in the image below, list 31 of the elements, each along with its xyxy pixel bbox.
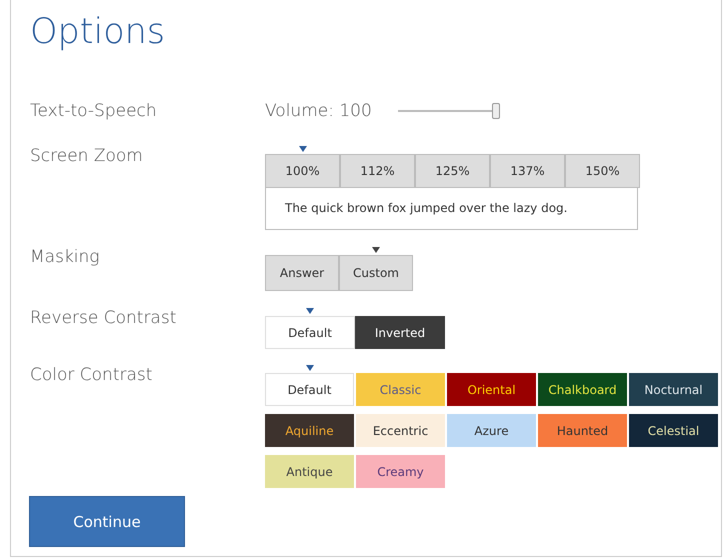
color-scheme-option[interactable]: Chalkboard <box>538 373 627 406</box>
setting-label: Screen Zoom <box>30 146 144 166</box>
contrast-option[interactable]: Default <box>265 316 355 349</box>
color-scheme-option[interactable]: Celestial <box>629 414 718 447</box>
setting-label: Text-to-Speech <box>30 101 158 121</box>
zoom-option[interactable]: 137% <box>490 154 565 188</box>
masking-option[interactable]: Custom <box>339 255 413 291</box>
zoom-option[interactable]: 150% <box>565 154 640 188</box>
zoom-option[interactable]: 100% <box>265 154 340 188</box>
masking-option[interactable]: Answer <box>265 255 339 291</box>
color-scheme-option[interactable]: Default <box>265 373 354 406</box>
setting-label: Reverse Contrast <box>30 308 178 328</box>
color-scheme-option[interactable]: Oriental <box>447 373 536 406</box>
color-scheme-option[interactable]: Aquiline <box>265 414 354 447</box>
color-scheme-option[interactable]: Azure <box>447 414 536 447</box>
setting-label: Color Contrast <box>30 365 154 385</box>
color-scheme-option[interactable]: Haunted <box>538 414 627 447</box>
slider-thumb[interactable] <box>492 103 500 119</box>
sample-text: The quick brown fox jumped over the lazy dog. <box>265 188 638 230</box>
continue-button[interactable]: Continue <box>29 496 185 547</box>
zoom-option[interactable]: 112% <box>340 154 415 188</box>
setting-label: Masking <box>30 247 100 267</box>
contrast-option[interactable]: Inverted <box>355 316 445 349</box>
zoom-option[interactable]: 125% <box>415 154 490 188</box>
color-scheme-option[interactable]: Creamy <box>356 455 445 488</box>
color-scheme-option[interactable]: Classic <box>356 373 445 406</box>
volume-reading: Volume: 100 <box>265 101 372 121</box>
page-title: Options <box>30 12 166 52</box>
color-scheme-option[interactable]: Nocturnal <box>629 373 718 406</box>
color-scheme-option[interactable]: Antique <box>265 455 354 488</box>
color-scheme-option[interactable]: Eccentric <box>356 414 445 447</box>
